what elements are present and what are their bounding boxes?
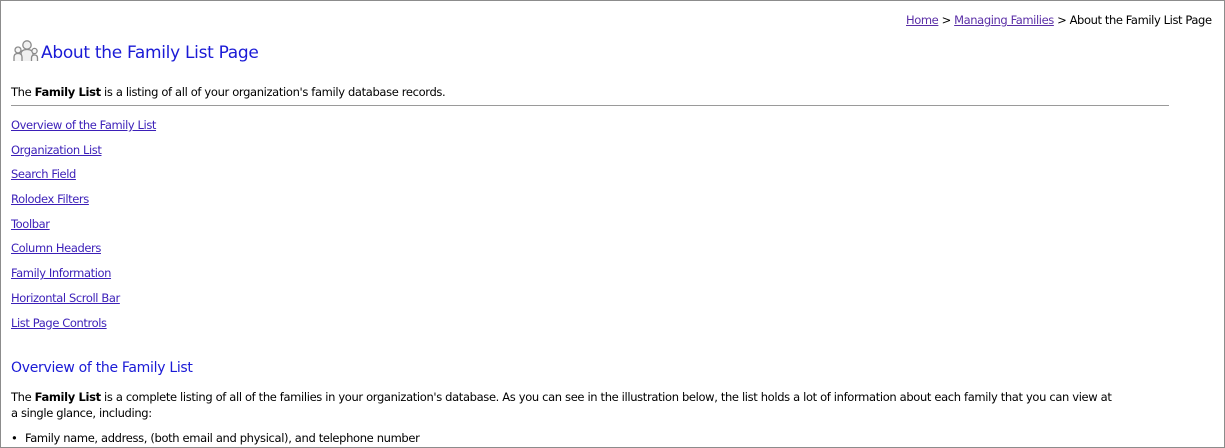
toc-link-search-field[interactable]: Search Field	[11, 167, 76, 181]
toc-link-list-page-controls[interactable]: List Page Controls	[11, 316, 107, 330]
intro-suffix: is a listing of all of your organization…	[100, 85, 446, 99]
toc-item: Toolbar	[11, 217, 156, 242]
breadcrumb-separator: >	[1053, 13, 1070, 27]
breadcrumb: Home > Managing Families > About the Fam…	[906, 13, 1212, 27]
toc-item: List Page Controls	[11, 316, 156, 341]
overview-bullet-list: Family name, address, (both email and ph…	[11, 431, 420, 445]
breadcrumb-current: About the Family List Page	[1069, 13, 1212, 27]
para-bold-term: Family List	[34, 390, 101, 404]
bullet-item: Family name, address, (both email and ph…	[11, 431, 420, 445]
toc-item: Family Information	[11, 266, 156, 291]
toc-link-rolodex-filters[interactable]: Rolodex Filters	[11, 192, 89, 206]
table-of-contents: Overview of the Family List Organization…	[11, 118, 156, 340]
family-icon	[13, 40, 39, 61]
toc-item: Search Field	[11, 167, 156, 192]
intro-prefix: The	[11, 85, 35, 99]
page-title-row: About the Family List Page	[10, 39, 259, 63]
help-page: Home > Managing Families > About the Fam…	[0, 0, 1225, 448]
breadcrumb-home-link[interactable]: Home	[906, 13, 939, 27]
toc-link-family-information[interactable]: Family Information	[11, 266, 111, 280]
para-suffix: is a complete listing of all of the fami…	[11, 390, 1112, 420]
section-heading-overview: Overview of the Family List	[11, 360, 193, 376]
toc-item: Column Headers	[11, 241, 156, 266]
toc-link-organization-list[interactable]: Organization List	[11, 143, 102, 157]
toc-link-column-headers[interactable]: Column Headers	[11, 241, 101, 255]
overview-paragraph: The Family List is a complete listing of…	[11, 389, 1121, 421]
breadcrumb-separator: >	[938, 13, 955, 27]
intro-text: The Family List is a listing of all of y…	[11, 85, 446, 99]
toc-item: Overview of the Family List	[11, 118, 156, 143]
toc-item: Organization List	[11, 143, 156, 168]
toc-link-overview[interactable]: Overview of the Family List	[11, 118, 156, 132]
intro-bold-term: Family List	[34, 85, 101, 99]
toc-item: Rolodex Filters	[11, 192, 156, 217]
toc-link-horizontal-scroll-bar[interactable]: Horizontal Scroll Bar	[11, 291, 120, 305]
toc-link-toolbar[interactable]: Toolbar	[11, 217, 50, 231]
para-prefix: The	[11, 390, 35, 404]
toc-item: Horizontal Scroll Bar	[11, 291, 156, 316]
divider	[11, 105, 1169, 106]
page-title: About the Family List Page	[41, 43, 259, 63]
breadcrumb-managing-families-link[interactable]: Managing Families	[954, 13, 1054, 27]
